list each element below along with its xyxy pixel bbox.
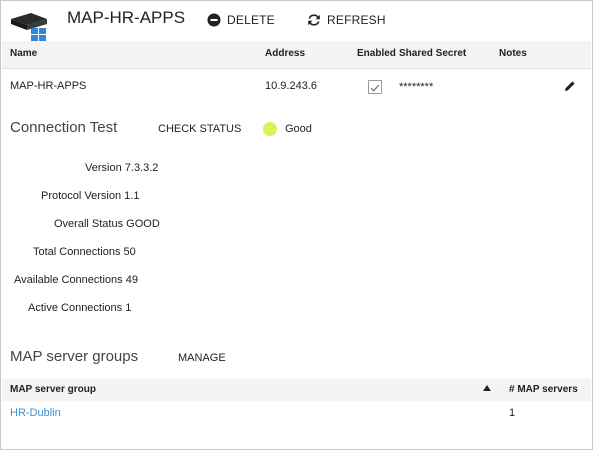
manage-button[interactable]: MANAGE [178,352,226,364]
status-indicator [263,122,277,136]
field-label: Version [85,162,122,174]
check-status-button[interactable]: CHECK STATUS [158,123,241,135]
connection-test-title: Connection Test [10,119,118,136]
col-enabled[interactable]: Enabled [357,48,396,59]
field-label: Total Connections [33,246,121,258]
sort-ascending-icon[interactable] [483,385,491,391]
table-header: Name Address Enabled Shared Secret Notes [2,41,591,69]
refresh-icon [308,14,320,26]
overall-status-field: Overall Status GOOD [54,218,160,230]
map-server-groups-title: MAP server groups [10,348,139,365]
row-name: MAP-HR-APPS [10,80,87,92]
col-address[interactable]: Address [265,48,305,59]
server-windows-icon [11,13,47,41]
version-field: Version 7.3.3.2 [85,162,158,174]
field-value: 7.3.3.2 [124,162,159,174]
available-connections-field: Available Connections 49 [14,274,138,286]
pencil-icon[interactable] [564,80,576,92]
active-connections-field: Active Connections 1 [28,302,131,314]
group-server-count: 1 [509,407,516,419]
refresh-button[interactable]: REFRESH [307,11,386,29]
field-label: Protocol Version [41,190,122,202]
field-value: GOOD [126,218,160,230]
minus-circle-icon [207,13,221,27]
field-value: 1.1 [124,190,140,202]
field-value: 49 [125,274,138,286]
col-map-servers-count[interactable]: # MAP servers [509,384,578,395]
col-shared-secret[interactable]: Shared Secret [399,48,466,59]
col-notes[interactable]: Notes [499,48,527,59]
field-label: Active Connections [28,302,123,314]
enabled-checkbox[interactable] [368,80,382,94]
row-address: 10.9.243.6 [265,80,317,92]
checkmark-icon [370,84,380,92]
row-shared-secret: ******** [399,81,434,93]
col-name[interactable]: Name [10,48,37,59]
field-label: Available Connections [14,274,123,286]
group-link[interactable]: HR-Dublin [10,407,61,419]
status-text: Good [285,123,312,135]
refresh-label: REFRESH [327,13,386,27]
field-value: 50 [123,246,136,258]
field-value: 1 [125,302,132,314]
details-panel: MAP-HR-APPS DELETE REFRESH Name Address … [0,0,593,450]
groups-table-header: MAP server group # MAP servers [2,379,591,401]
protocol-version-field: Protocol Version 1.1 [41,190,139,202]
total-connections-field: Total Connections 50 [33,246,136,258]
col-map-server-group[interactable]: MAP server group [10,384,96,395]
page-title: MAP-HR-APPS [67,8,186,27]
field-label: Overall Status [54,218,124,230]
delete-button[interactable]: DELETE [207,11,275,29]
delete-label: DELETE [227,13,275,27]
